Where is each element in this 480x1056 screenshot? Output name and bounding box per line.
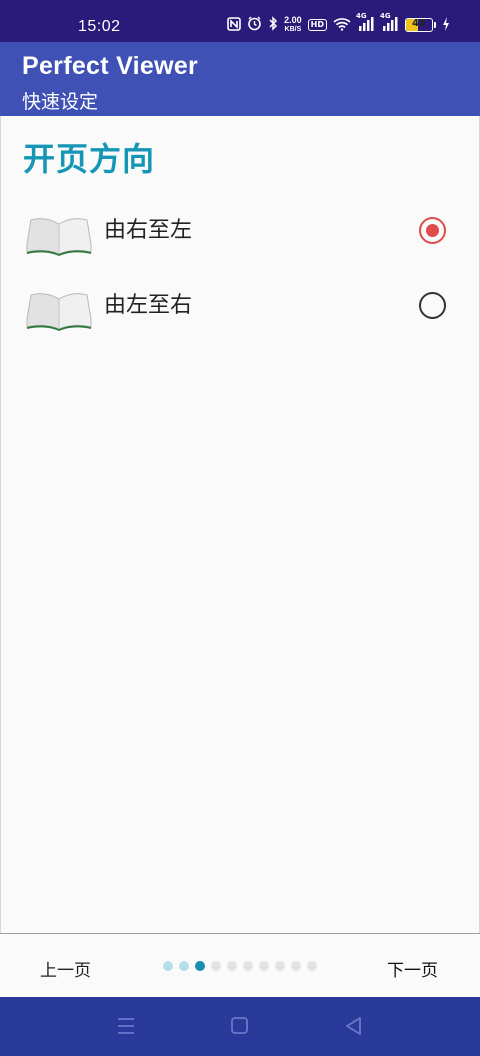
battery-icon: 45 xyxy=(405,18,436,32)
app-subtitle: 快速设定 xyxy=(22,91,99,113)
charging-icon xyxy=(442,16,450,34)
bluetooth-icon xyxy=(268,16,278,34)
home-icon[interactable] xyxy=(227,1014,253,1038)
page-indicator xyxy=(163,961,317,971)
option-label: 由右至左 xyxy=(104,218,193,243)
signal-label: 4G xyxy=(356,11,367,20)
signal-icon: 4G xyxy=(380,12,399,34)
open-book-icon xyxy=(25,214,93,258)
radio-button-right-to-left[interactable] xyxy=(419,217,446,244)
signal-icon: 4G xyxy=(356,12,375,34)
signal-label: 4G xyxy=(380,11,391,20)
bottom-nav: 上一页 下一页 xyxy=(0,933,480,997)
page-dot xyxy=(227,961,237,971)
page-dot xyxy=(179,961,189,971)
settings-page: 开页方向 由右至左 由左至右 xyxy=(0,116,480,933)
net-speed-unit: KB/S xyxy=(284,26,302,33)
status-time: 15:02 xyxy=(78,18,121,35)
page-dot xyxy=(307,961,317,971)
open-book-icon xyxy=(25,289,93,333)
page-dot xyxy=(291,961,301,971)
page-dot xyxy=(259,961,269,971)
page-dot xyxy=(211,961,221,971)
prev-page-button[interactable]: 上一页 xyxy=(40,956,91,981)
battery-level: 45 xyxy=(412,18,426,29)
status-bar: 15:02 2.00 KB/S HD 4G 4G 45 xyxy=(0,0,480,42)
section-heading: 开页方向 xyxy=(23,140,156,178)
radio-button-left-to-right[interactable] xyxy=(419,292,446,319)
net-speed-value: 2.00 xyxy=(284,15,302,25)
alarm-icon xyxy=(247,16,262,34)
wifi-icon xyxy=(333,17,351,34)
menu-icon[interactable] xyxy=(113,1014,139,1038)
page-dot xyxy=(275,961,285,971)
page-dot xyxy=(163,961,173,971)
system-nav-bar xyxy=(0,997,480,1056)
status-icons: 2.00 KB/S HD 4G 4G 45 xyxy=(227,12,450,34)
app-title: Perfect Viewer xyxy=(22,52,199,80)
hd-badge: HD xyxy=(307,19,327,31)
page-dot-current xyxy=(195,961,205,971)
option-right-to-left[interactable]: 由右至左 xyxy=(1,204,480,274)
option-left-to-right[interactable]: 由左至右 xyxy=(1,279,480,349)
option-label: 由左至右 xyxy=(104,293,193,318)
net-speed: 2.00 KB/S xyxy=(284,16,302,34)
next-page-button[interactable]: 下一页 xyxy=(387,956,438,981)
back-icon[interactable] xyxy=(341,1014,367,1038)
app-bar: Perfect Viewer 快速设定 xyxy=(0,42,480,116)
nfc-icon xyxy=(227,16,241,34)
page-dot xyxy=(243,961,253,971)
